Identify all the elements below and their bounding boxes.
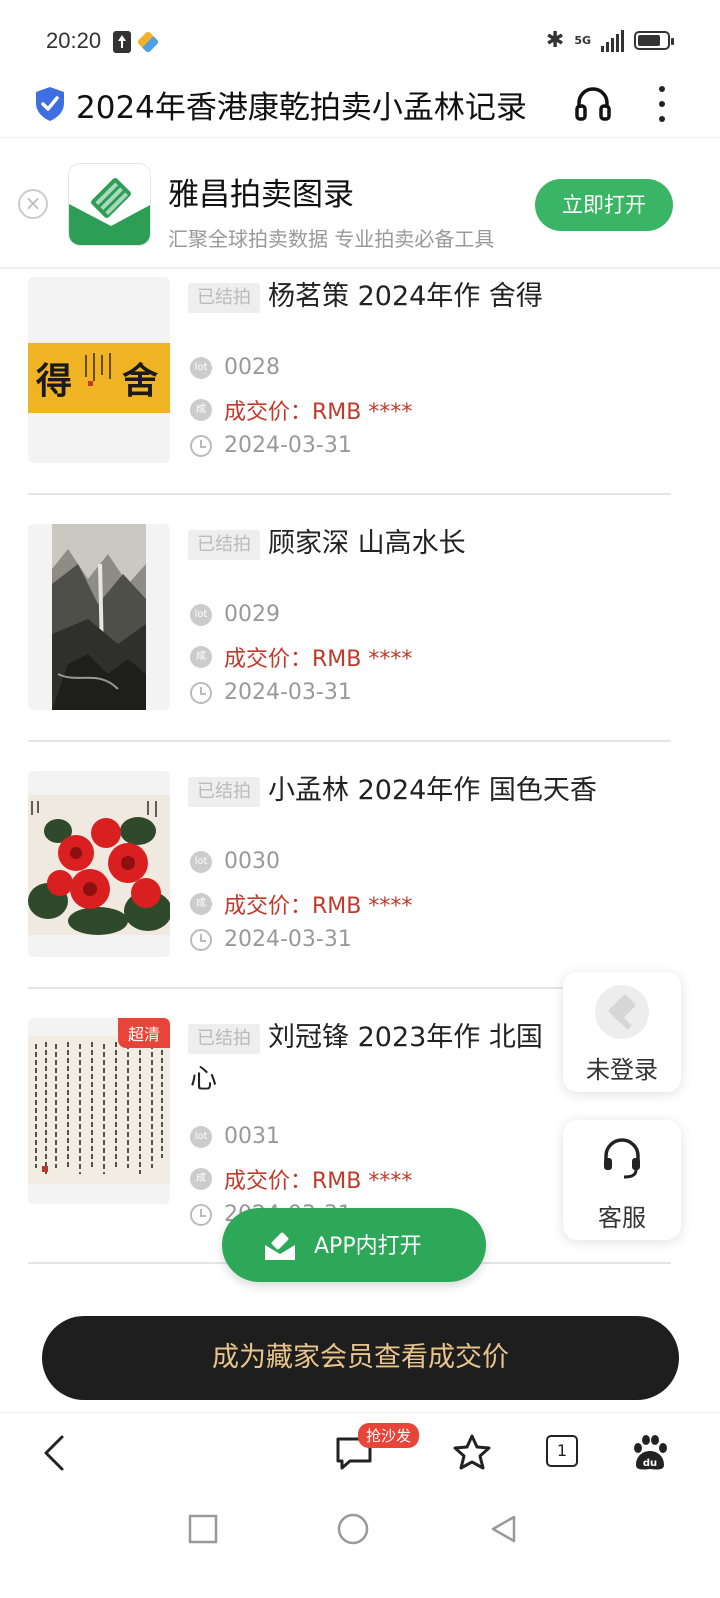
service-float-button[interactable]: 客服 bbox=[563, 1120, 681, 1240]
clock-icon bbox=[190, 1203, 212, 1226]
artwork-thumbnail[interactable]: 超清 bbox=[28, 1018, 170, 1204]
lot-title[interactable]: 小孟林 2024年作 国色天香 bbox=[268, 771, 597, 811]
calligraphy-char: 得 bbox=[36, 360, 72, 402]
app-logo bbox=[68, 163, 151, 246]
hammer-price: 成交价：RMB **** bbox=[224, 647, 413, 672]
headphone-icon[interactable] bbox=[574, 84, 612, 122]
open-in-app-label: APP内打开 bbox=[314, 1234, 422, 1259]
hammer-price: 成交价：RMB **** bbox=[224, 400, 413, 425]
price-icon: 成 bbox=[190, 1168, 212, 1190]
app-download-banner: × 雅昌拍卖图录 汇聚全球拍卖数据 专业拍卖必备工具 立即打开 bbox=[0, 139, 720, 269]
lot-number-row: lot 0031 bbox=[190, 1124, 280, 1149]
lot-number: 0028 bbox=[224, 355, 280, 380]
tab-count[interactable]: 1 bbox=[546, 1435, 578, 1467]
svg-text:du: du bbox=[643, 1458, 657, 1469]
auction-ended-tag: 已结拍 bbox=[188, 1024, 260, 1054]
divider bbox=[28, 493, 671, 495]
status-bar: 20:20 ✱ 5G bbox=[0, 0, 720, 80]
lot-number: 0031 bbox=[224, 1124, 280, 1149]
lot-number: 0030 bbox=[224, 849, 280, 874]
customer-service-icon bbox=[604, 1138, 640, 1179]
clock-icon bbox=[190, 434, 212, 457]
lot-title[interactable]: 顾家深 山高水长 bbox=[268, 524, 466, 564]
clock-icon bbox=[190, 928, 212, 951]
artwork-thumbnail[interactable] bbox=[28, 524, 170, 710]
page-title: 2024年香港康乾拍卖小孟林记录 bbox=[76, 90, 527, 126]
service-label: 客服 bbox=[598, 1204, 646, 1232]
date-row: 2024-03-31 bbox=[190, 433, 352, 458]
auction-ended-tag: 已结拍 bbox=[188, 777, 260, 807]
price-row: 成 成交价：RMB **** bbox=[190, 888, 412, 920]
lot-title[interactable]: 杨茗策 2024年作 舍得 bbox=[268, 277, 543, 317]
comment-badge: 抢沙发 bbox=[358, 1423, 420, 1448]
user-avatar-icon bbox=[595, 985, 649, 1039]
list-item[interactable]: 已结拍 顾家深 山高水长 lot 0029 成 成交价：RMB **** 202… bbox=[0, 518, 720, 742]
artwork-thumbnail[interactable]: 得 舍 bbox=[28, 277, 170, 463]
date-row: 2024-03-31 bbox=[190, 927, 352, 952]
star-icon[interactable] bbox=[450, 1431, 494, 1475]
price-icon: 成 bbox=[190, 646, 212, 668]
app-gavel-icon bbox=[262, 1227, 298, 1263]
back-nav-icon[interactable] bbox=[488, 1514, 518, 1544]
auction-ended-tag: 已结拍 bbox=[188, 530, 260, 560]
member-bar: 成为藏家会员查看成交价 bbox=[0, 1300, 720, 1412]
lot-icon: lot bbox=[190, 850, 212, 873]
open-in-app-button[interactable]: APP内打开 bbox=[222, 1208, 486, 1282]
artwork-thumbnail[interactable] bbox=[28, 771, 170, 957]
battery-icon bbox=[634, 31, 674, 50]
hammer-price: 成交价：RMB **** bbox=[224, 894, 413, 919]
auction-date: 2024-03-31 bbox=[224, 680, 352, 705]
recent-apps-icon[interactable] bbox=[188, 1514, 218, 1544]
app-notification-icon bbox=[136, 30, 160, 54]
gavel-logo-icon bbox=[69, 164, 150, 245]
list-item[interactable]: 已结拍 小孟林 2024年作 国色天香 lot 0030 成 成交价：RMB *… bbox=[0, 765, 720, 989]
hammer-price: 成交价：RMB **** bbox=[224, 1169, 413, 1194]
status-indicators: ✱ 5G bbox=[545, 28, 674, 53]
auction-date: 2024-03-31 bbox=[224, 433, 352, 458]
lot-number-row: lot 0028 bbox=[190, 355, 280, 380]
lot-title[interactable]: 刘冠锋 2023年作 北国 bbox=[268, 1018, 543, 1058]
banner-app-name: 雅昌拍卖图录 bbox=[168, 177, 354, 213]
open-app-button[interactable]: 立即打开 bbox=[535, 179, 673, 231]
browser-toolbar: 抢沙发 1 du bbox=[0, 1412, 720, 1498]
lot-number-row: lot 0030 bbox=[190, 849, 280, 874]
lot-icon: lot bbox=[190, 603, 212, 626]
price-row: 成 成交价：RMB **** bbox=[190, 1163, 412, 1195]
lot-number-row: lot 0029 bbox=[190, 602, 280, 627]
price-row: 成 成交价：RMB **** bbox=[190, 394, 412, 426]
divider bbox=[28, 740, 671, 742]
network-type: 5G bbox=[574, 34, 591, 47]
system-navigation-bar bbox=[0, 1498, 720, 1598]
lot-icon: lot bbox=[190, 1125, 212, 1148]
upload-icon bbox=[113, 31, 131, 53]
bluetooth-icon: ✱ bbox=[545, 28, 565, 53]
auction-date: 2024-03-31 bbox=[224, 927, 352, 952]
status-time: 20:20 bbox=[46, 28, 102, 53]
title-bar: 2024年香港康乾拍卖小孟林记录 bbox=[0, 80, 720, 138]
lot-number: 0029 bbox=[224, 602, 280, 627]
clock-icon bbox=[190, 681, 212, 704]
back-icon[interactable] bbox=[34, 1431, 78, 1475]
calligraphy-char: 舍 bbox=[122, 360, 158, 402]
shield-icon bbox=[36, 87, 64, 121]
list-item[interactable]: 得 舍 已结拍 杨茗策 2024年作 舍得 lot 0028 成 成交价：RMB… bbox=[0, 271, 720, 495]
price-row: 成 成交价：RMB **** bbox=[190, 641, 412, 673]
baidu-paw-icon[interactable]: du bbox=[628, 1431, 672, 1475]
login-float-button[interactable]: 未登录 bbox=[563, 972, 681, 1092]
signal-icon bbox=[601, 29, 624, 52]
hd-badge: 超清 bbox=[117, 1018, 170, 1048]
more-menu-icon[interactable] bbox=[650, 84, 674, 124]
lot-icon: lot bbox=[190, 356, 212, 379]
price-icon: 成 bbox=[190, 399, 212, 421]
login-label: 未登录 bbox=[586, 1056, 658, 1084]
lot-title-continued[interactable]: 心 bbox=[190, 1060, 217, 1100]
date-row: 2024-03-31 bbox=[190, 680, 352, 705]
close-banner-button[interactable]: × bbox=[18, 189, 48, 219]
home-icon[interactable] bbox=[337, 1513, 369, 1545]
price-icon: 成 bbox=[190, 893, 212, 915]
banner-tagline: 汇聚全球拍卖数据 专业拍卖必备工具 bbox=[168, 227, 495, 251]
become-member-button[interactable]: 成为藏家会员查看成交价 bbox=[42, 1316, 679, 1400]
auction-ended-tag: 已结拍 bbox=[188, 283, 260, 313]
